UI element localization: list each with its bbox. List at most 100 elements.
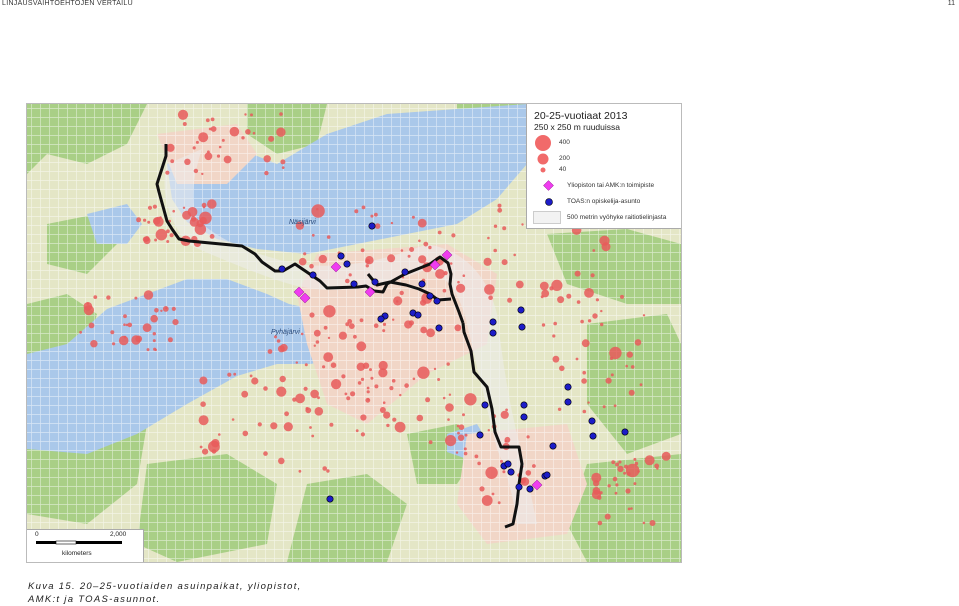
toas-marker bbox=[481, 401, 489, 409]
population-dot bbox=[330, 362, 337, 369]
population-dot bbox=[601, 242, 611, 252]
population-dot bbox=[591, 472, 602, 483]
population-dot bbox=[541, 323, 546, 327]
population-dot bbox=[182, 122, 187, 126]
population-dot bbox=[361, 205, 366, 210]
population-dot bbox=[574, 270, 581, 277]
population-dot bbox=[199, 445, 203, 449]
population-dot bbox=[609, 346, 622, 360]
population-dot bbox=[590, 273, 595, 278]
population-dot bbox=[390, 221, 394, 225]
population-dot bbox=[387, 254, 396, 263]
population-dot bbox=[216, 154, 221, 158]
population-dot bbox=[365, 264, 369, 268]
lake-label-nasijarvi: Näsijärvi bbox=[289, 219, 316, 226]
toas-marker bbox=[489, 318, 497, 326]
population-dot bbox=[79, 330, 82, 334]
population-dot bbox=[202, 206, 206, 209]
population-dot bbox=[386, 423, 390, 428]
population-dot bbox=[416, 414, 424, 422]
population-dot bbox=[479, 486, 485, 492]
population-dot bbox=[488, 295, 493, 300]
population-dot bbox=[172, 209, 175, 213]
population-dot bbox=[500, 459, 503, 463]
population-dot bbox=[249, 374, 253, 378]
population-dot bbox=[600, 309, 603, 313]
population-dot bbox=[165, 170, 170, 175]
population-dot bbox=[143, 218, 147, 222]
population-dot bbox=[625, 364, 628, 368]
population-dot bbox=[201, 172, 204, 176]
toas-marker bbox=[518, 323, 526, 331]
toas-marker bbox=[564, 398, 572, 406]
population-dot bbox=[581, 339, 590, 348]
population-dot bbox=[229, 126, 240, 137]
population-dot bbox=[383, 411, 391, 419]
population-dot bbox=[348, 273, 352, 277]
map: Näsijärvi Pyhäjärvi 20-25-vuotiaat 2013 … bbox=[26, 103, 682, 563]
population-dot bbox=[359, 318, 364, 323]
population-dot bbox=[268, 135, 275, 142]
population-dot bbox=[162, 306, 169, 312]
population-dot bbox=[507, 297, 513, 303]
population-dot bbox=[433, 367, 437, 371]
population-dot bbox=[442, 396, 446, 400]
population-dot bbox=[276, 339, 281, 343]
population-dot bbox=[502, 226, 507, 231]
population-dot bbox=[618, 460, 622, 464]
population-dot bbox=[300, 332, 304, 336]
toas-marker bbox=[350, 280, 358, 288]
population-dot bbox=[582, 409, 587, 414]
scale-bar-graphic bbox=[36, 540, 122, 545]
population-dot bbox=[309, 312, 315, 318]
population-dot bbox=[426, 328, 435, 338]
population-dot bbox=[500, 410, 509, 419]
population-dot bbox=[152, 339, 156, 343]
population-dot bbox=[457, 431, 460, 435]
legend-toas-label: TOAS:n opiskelija-asunto bbox=[567, 198, 641, 205]
population-dot bbox=[566, 293, 572, 299]
toas-marker bbox=[435, 324, 443, 332]
toas-marker bbox=[549, 442, 557, 450]
population-dot bbox=[309, 426, 312, 429]
population-dot bbox=[88, 322, 95, 329]
population-dot bbox=[360, 432, 365, 437]
population-dot bbox=[607, 484, 611, 488]
population-dot bbox=[350, 391, 356, 397]
population-dot bbox=[147, 220, 151, 224]
toas-marker bbox=[543, 471, 551, 479]
population-dot bbox=[242, 430, 249, 437]
legend-title: 20-25-vuotiaat 2013 bbox=[534, 110, 628, 122]
population-dot bbox=[642, 314, 646, 317]
toas-marker bbox=[589, 432, 597, 440]
population-dot bbox=[295, 361, 298, 364]
population-dot bbox=[382, 329, 386, 333]
population-dot bbox=[462, 413, 465, 417]
population-dot bbox=[428, 245, 432, 250]
population-dot bbox=[493, 224, 498, 228]
population-dot bbox=[142, 323, 152, 332]
population-dot bbox=[447, 418, 450, 421]
population-dot bbox=[374, 223, 381, 229]
population-dot bbox=[501, 259, 508, 266]
population-dot bbox=[428, 440, 433, 445]
population-dot bbox=[345, 322, 350, 327]
toas-marker bbox=[414, 311, 422, 319]
population-dot bbox=[525, 470, 532, 476]
population-dot bbox=[575, 357, 579, 361]
toas-icon bbox=[545, 198, 553, 206]
toas-marker bbox=[504, 460, 512, 468]
population-dot bbox=[263, 451, 268, 456]
population-dot bbox=[283, 422, 293, 432]
population-dot bbox=[457, 280, 460, 284]
population-dot bbox=[231, 418, 235, 421]
population-dot bbox=[338, 331, 347, 340]
population-dot bbox=[580, 319, 584, 324]
population-dot bbox=[463, 451, 468, 456]
population-dot bbox=[152, 217, 161, 225]
population-dot bbox=[445, 435, 457, 447]
population-dot bbox=[493, 248, 498, 253]
population-dot bbox=[298, 257, 307, 266]
population-dot bbox=[484, 284, 495, 295]
population-dot bbox=[345, 278, 350, 284]
